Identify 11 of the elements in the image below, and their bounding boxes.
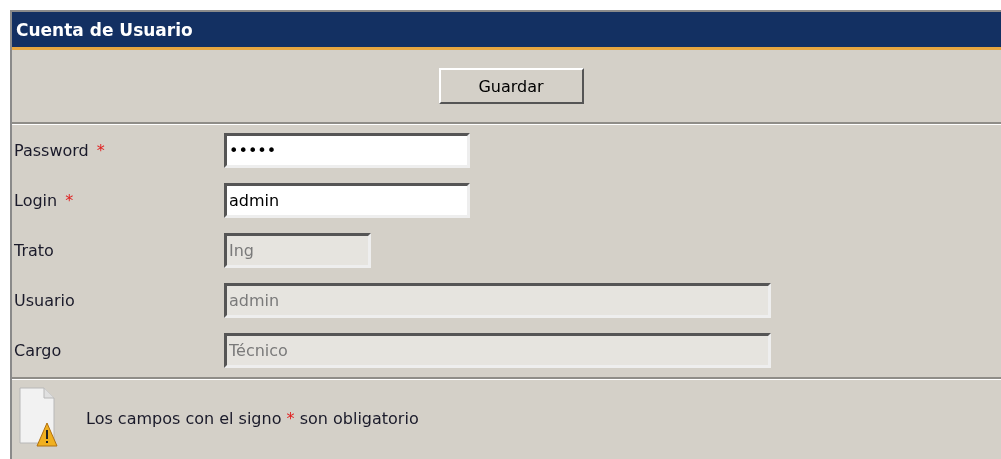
field-label: Usuario <box>13 291 76 310</box>
window-title: Cuenta de Usuario <box>12 12 1001 50</box>
field-label: Password * <box>13 141 106 160</box>
input-field[interactable]: ••••• <box>224 133 470 168</box>
required-fields-note: Los campos con el signo * son obligatorio <box>86 408 419 428</box>
field-label: Login * <box>13 191 75 210</box>
document-warning-icon <box>18 387 58 449</box>
save-button[interactable]: Guardar <box>438 68 584 104</box>
field-label: Trato <box>13 241 55 260</box>
input-field[interactable]: admin <box>224 183 470 218</box>
field-label: Cargo <box>13 341 63 360</box>
